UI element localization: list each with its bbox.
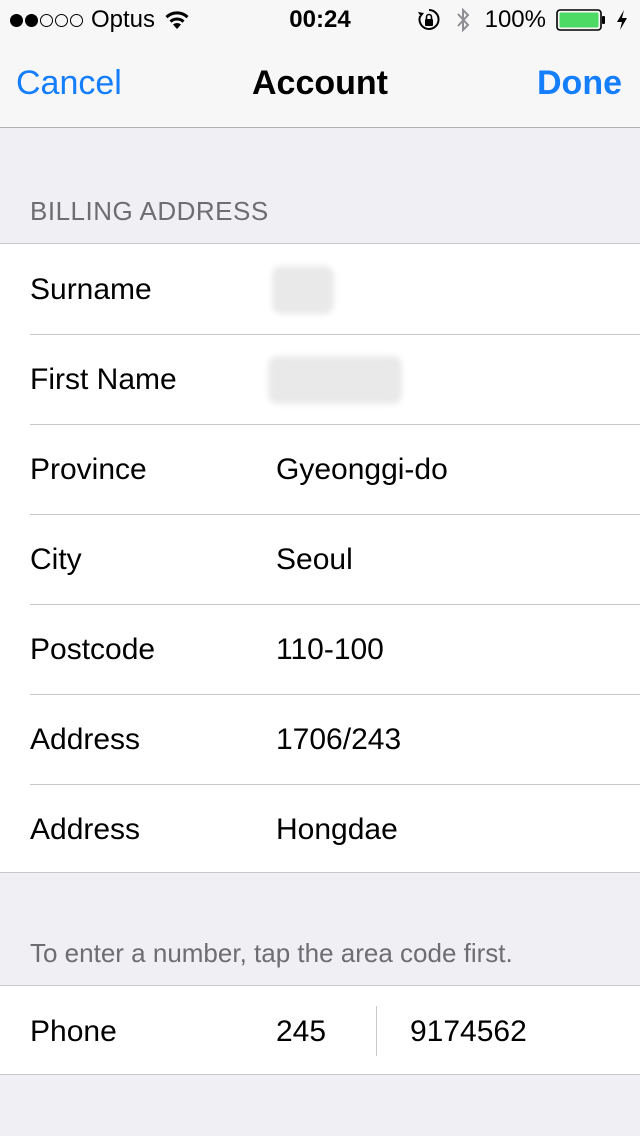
battery-percentage: 100% [484,6,546,33]
first-name-label: First Name [30,363,177,396]
first-name-field-blurred[interactable] [268,356,402,404]
phone-area-code-field[interactable]: 245 [276,1015,326,1049]
phone-label: Phone [30,1015,117,1048]
surname-field-blurred[interactable] [272,266,334,314]
province-field[interactable]: Gyeonggi-do [276,453,448,487]
postcode-label: Postcode [30,633,156,666]
charging-icon [617,10,627,30]
billing-address-header: BILLING ADDRESS [30,196,269,226]
address-line-2-row[interactable]: Address Hongdae [0,784,640,874]
city-field[interactable]: Seoul [276,543,353,577]
first-name-row[interactable]: First Name [0,334,640,424]
account-screen: Optus 00:24 100% Cancel Account Done BIL… [0,0,640,1136]
postcode-row[interactable]: Postcode 110-100 [0,604,640,694]
phone-hint: To enter a number, tap the area code fir… [30,938,513,968]
phone-field-divider [376,1006,377,1056]
done-button[interactable]: Done [537,64,622,103]
status-bar: Optus 00:24 100% [0,0,640,40]
phone-number-field[interactable]: 9174562 [410,1015,527,1049]
orientation-lock-icon [417,8,440,30]
bluetooth-icon [456,7,469,33]
address-line-2-label: Address [30,813,141,846]
billing-address-form: Surname First Name Province Gyeonggi-do … [0,243,640,873]
address-line-2-field[interactable]: Hongdae [276,813,398,847]
battery-icon [556,9,605,31]
province-row[interactable]: Province Gyeonggi-do [0,424,640,514]
phone-row: Phone 245 9174562 [0,986,640,1076]
navigation-bar: Cancel Account Done [0,40,640,128]
surname-row[interactable]: Surname [0,244,640,334]
province-label: Province [30,453,147,486]
address-line-1-row[interactable]: Address 1706/243 [0,694,640,784]
status-right: 100% [417,6,628,34]
address-line-1-field[interactable]: 1706/243 [276,723,401,757]
city-label: City [30,543,82,576]
address-line-1-label: Address [30,723,141,756]
surname-label: Surname [30,273,152,306]
phone-form: Phone 245 9174562 [0,985,640,1075]
postcode-field[interactable]: 110-100 [276,633,384,667]
city-row[interactable]: City Seoul [0,514,640,604]
